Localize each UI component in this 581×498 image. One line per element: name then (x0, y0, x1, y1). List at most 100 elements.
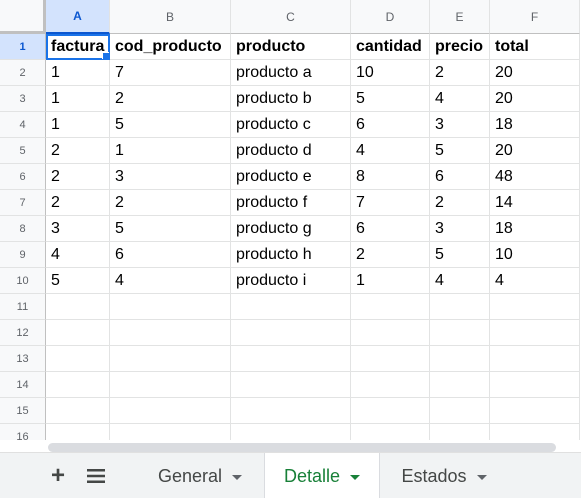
cell-a3[interactable]: 1 (46, 86, 110, 112)
cell-d4[interactable]: 6 (351, 112, 430, 138)
cell-d13[interactable] (351, 346, 430, 372)
cell-e15[interactable] (430, 398, 490, 424)
plus-icon[interactable]: + (42, 453, 74, 498)
cell-d14[interactable] (351, 372, 430, 398)
cell-f1[interactable]: total (490, 34, 580, 60)
cell-f6[interactable]: 48 (490, 164, 580, 190)
cell-e13[interactable] (430, 346, 490, 372)
cell-b15[interactable] (110, 398, 231, 424)
cell-c14[interactable] (231, 372, 351, 398)
cell-c1[interactable]: producto (231, 34, 351, 60)
row-header-13[interactable]: 13 (0, 346, 46, 372)
chevron-down-icon[interactable] (232, 474, 243, 480)
cell-f10[interactable]: 4 (490, 268, 580, 294)
cell-e3[interactable]: 4 (430, 86, 490, 112)
cell-f7[interactable]: 14 (490, 190, 580, 216)
cell-a10[interactable]: 5 (46, 268, 110, 294)
cell-c3[interactable]: producto b (231, 86, 351, 112)
sheet-tab-general[interactable]: General (136, 453, 264, 498)
row-header-6[interactable]: 6 (0, 164, 46, 190)
cell-f13[interactable] (490, 346, 580, 372)
row-header-16[interactable]: 16 (0, 424, 46, 440)
row-header-8[interactable]: 8 (0, 216, 46, 242)
cell-area[interactable]: factura cod_producto producto cantidad preci… (46, 34, 580, 440)
cell-d5[interactable]: 4 (351, 138, 430, 164)
cell-c9[interactable]: producto h (231, 242, 351, 268)
cell-c4[interactable]: producto c (231, 112, 351, 138)
row-header-4[interactable]: 4 (0, 112, 46, 138)
cell-d8[interactable]: 6 (351, 216, 430, 242)
cell-f5[interactable]: 20 (490, 138, 580, 164)
cell-a8[interactable]: 3 (46, 216, 110, 242)
cell-a12[interactable] (46, 320, 110, 346)
cell-b10[interactable]: 4 (110, 268, 231, 294)
row-header-7[interactable]: 7 (0, 190, 46, 216)
cell-b9[interactable]: 6 (110, 242, 231, 268)
cell-c10[interactable]: producto i (231, 268, 351, 294)
column-header-a[interactable]: A (46, 0, 110, 34)
cell-f9[interactable]: 10 (490, 242, 580, 268)
cell-e11[interactable] (430, 294, 490, 320)
cell-e14[interactable] (430, 372, 490, 398)
sheet-grid[interactable]: ABCDEF 1 2 3 4 5 6 7 8 9 10 11 12 13 14 15 16 factura co… (0, 0, 581, 440)
row-header-1[interactable]: 1 (0, 34, 46, 60)
cell-b14[interactable] (110, 372, 231, 398)
cell-f15[interactable] (490, 398, 580, 424)
cell-e4[interactable]: 3 (430, 112, 490, 138)
cell-d11[interactable] (351, 294, 430, 320)
cell-e16[interactable] (430, 424, 490, 440)
cell-e6[interactable]: 6 (430, 164, 490, 190)
scrollbar-thumb[interactable] (48, 443, 556, 452)
row-header-5[interactable]: 5 (0, 138, 46, 164)
cell-e8[interactable]: 3 (430, 216, 490, 242)
chevron-down-icon[interactable] (350, 474, 361, 480)
cell-e5[interactable]: 5 (430, 138, 490, 164)
select-all-corner[interactable] (0, 0, 46, 34)
cell-f14[interactable] (490, 372, 580, 398)
cell-a7[interactable]: 2 (46, 190, 110, 216)
cell-e10[interactable]: 4 (430, 268, 490, 294)
cell-f2[interactable]: 20 (490, 60, 580, 86)
column-header-e[interactable]: E (430, 0, 490, 34)
chevron-down-icon[interactable] (476, 474, 487, 480)
cell-c13[interactable] (231, 346, 351, 372)
cell-c8[interactable]: producto g (231, 216, 351, 242)
cell-e9[interactable]: 5 (430, 242, 490, 268)
cell-f8[interactable]: 18 (490, 216, 580, 242)
cell-f3[interactable]: 20 (490, 86, 580, 112)
cell-d1[interactable]: cantidad (351, 34, 430, 60)
cell-d10[interactable]: 1 (351, 268, 430, 294)
hamburger-menu-icon[interactable] (80, 453, 112, 498)
sheet-tab-detalle[interactable]: Detalle (264, 453, 380, 498)
cell-b1[interactable]: cod_producto (110, 34, 231, 60)
cell-c2[interactable]: producto a (231, 60, 351, 86)
row-header-12[interactable]: 12 (0, 320, 46, 346)
cell-b8[interactable]: 5 (110, 216, 231, 242)
cell-b4[interactable]: 5 (110, 112, 231, 138)
cell-d12[interactable] (351, 320, 430, 346)
cell-f12[interactable] (490, 320, 580, 346)
cell-a4[interactable]: 1 (46, 112, 110, 138)
cell-e12[interactable] (430, 320, 490, 346)
row-header-11[interactable]: 11 (0, 294, 46, 320)
cell-c7[interactable]: producto f (231, 190, 351, 216)
cell-b2[interactable]: 7 (110, 60, 231, 86)
cell-b6[interactable]: 3 (110, 164, 231, 190)
cell-c15[interactable] (231, 398, 351, 424)
cell-a16[interactable] (46, 424, 110, 440)
cell-a13[interactable] (46, 346, 110, 372)
cell-c12[interactable] (231, 320, 351, 346)
cell-b5[interactable]: 1 (110, 138, 231, 164)
column-header-b[interactable]: B (110, 0, 231, 34)
cell-a5[interactable]: 2 (46, 138, 110, 164)
cell-f4[interactable]: 18 (490, 112, 580, 138)
cell-c6[interactable]: producto e (231, 164, 351, 190)
cell-d16[interactable] (351, 424, 430, 440)
cell-e2[interactable]: 2 (430, 60, 490, 86)
cell-e7[interactable]: 2 (430, 190, 490, 216)
column-header-c[interactable]: C (231, 0, 351, 34)
cell-a2[interactable]: 1 (46, 60, 110, 86)
row-header-3[interactable]: 3 (0, 86, 46, 112)
cell-b11[interactable] (110, 294, 231, 320)
cell-d6[interactable]: 8 (351, 164, 430, 190)
